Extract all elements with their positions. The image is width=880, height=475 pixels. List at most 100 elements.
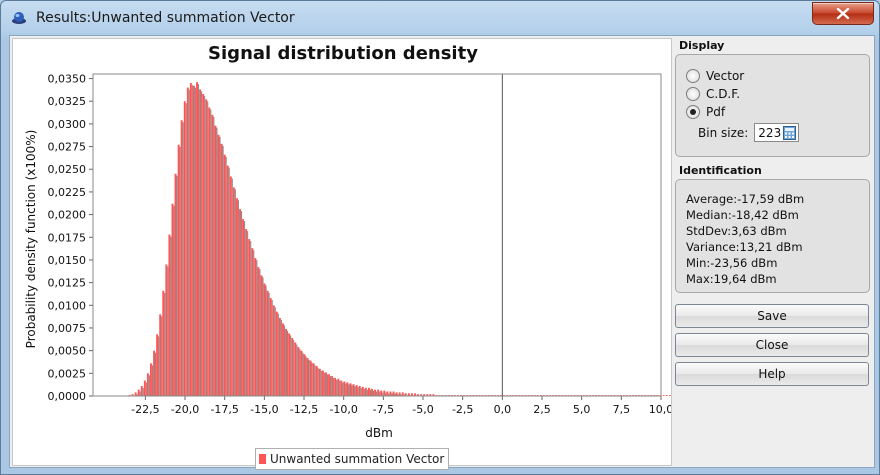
histogram-bar [294, 342, 297, 396]
radio-cdf-label: C.D.F. [706, 87, 741, 101]
help-button[interactable]: Help [675, 362, 869, 386]
histogram-bar [297, 347, 300, 396]
radio-pdf-indicator[interactable] [686, 105, 700, 119]
histogram-bar [352, 384, 355, 396]
y-axis-title: Probability density function (x100%) [24, 130, 38, 349]
bar-shadow [348, 384, 350, 396]
histogram-bar [318, 368, 321, 396]
bin-size-value: 223 [758, 125, 782, 140]
radio-cdf-indicator[interactable] [686, 87, 700, 101]
histogram-bar [349, 383, 352, 396]
bar-shadow [145, 382, 147, 396]
histogram-bar [285, 328, 288, 396]
histogram-bar [242, 219, 245, 396]
y-tick-label: 0,0050 [48, 345, 87, 358]
histogram-bar [361, 386, 364, 396]
histogram-bar [282, 323, 284, 396]
stat-stddev: StdDev:3,63 dBm [686, 224, 787, 238]
histogram-bar [168, 234, 171, 396]
histogram-bar [263, 283, 266, 396]
bar-shadow [314, 365, 316, 396]
histogram-bar [143, 380, 146, 396]
y-tick-label: 0,0200 [48, 209, 87, 222]
bar-shadow [201, 91, 203, 396]
pdf-chart: Signal distribution density Probability … [24, 43, 671, 440]
bar-shadow [280, 319, 282, 396]
y-tick-label: 0,0100 [48, 299, 87, 312]
chart-title: Signal distribution density [208, 43, 478, 64]
histogram-bar [312, 363, 315, 396]
bar-shadow [207, 101, 209, 396]
bar-shadow [179, 146, 181, 396]
histogram-bar [248, 239, 251, 396]
histogram-bar [208, 107, 211, 397]
calculator-icon[interactable] [783, 125, 797, 140]
bar-shadow [293, 339, 295, 396]
histogram-bar [288, 333, 291, 396]
x-tick-label: -2,5 [452, 403, 473, 416]
histogram-bar [189, 83, 192, 396]
bar-shadow [287, 330, 289, 396]
histogram-bar [196, 82, 198, 396]
bar-shadow [296, 344, 298, 396]
identification-group: Average:-17,59 dBm Median:-18,42 dBm Std… [675, 179, 870, 293]
histogram-bar [254, 258, 257, 396]
bar-shadow [210, 109, 212, 397]
bar-shadow [216, 127, 218, 396]
bar-shadow [277, 313, 279, 396]
bar-shadow [247, 231, 249, 396]
radio-cdf[interactable]: C.D.F. [686, 86, 740, 102]
histogram-bar [205, 99, 208, 396]
y-tick-label: 0,0025 [48, 367, 87, 380]
display-group-title: Display [679, 39, 725, 52]
histogram-bar [156, 334, 159, 396]
histogram-bar [392, 391, 395, 396]
histogram-bar [364, 387, 367, 396]
bar-shadow [188, 89, 190, 396]
bar-shadow [161, 316, 163, 396]
histogram-bar [300, 350, 303, 396]
bar-shadow [372, 390, 375, 396]
x-tick-label: -22,5 [131, 403, 159, 416]
bar-shadow [204, 95, 206, 396]
bar-shadow [139, 391, 141, 396]
bin-size-label: Bin size: [698, 125, 749, 140]
histogram-bar [165, 264, 168, 396]
window-close-button[interactable] [812, 2, 874, 25]
bar-shadow [268, 292, 270, 396]
bar-shadow [326, 374, 329, 396]
y-tick-label: 0,0300 [48, 118, 87, 131]
histogram-bar [668, 395, 671, 396]
radio-vector[interactable]: Vector [686, 68, 744, 84]
bar-shadow [333, 378, 335, 396]
histogram-bar [337, 378, 340, 396]
bar-shadow [283, 325, 286, 396]
close-button[interactable]: Close [675, 333, 869, 357]
bar-shadow [194, 87, 196, 396]
x-tick-label: -10,0 [329, 403, 357, 416]
radio-vector-indicator[interactable] [686, 69, 700, 83]
y-tick-label: 0,0125 [48, 277, 87, 290]
y-tick-label: 0,0000 [48, 390, 87, 403]
histogram-bar [153, 350, 156, 396]
bar-shadow [274, 307, 276, 396]
histogram-bar [306, 357, 309, 396]
bar-shadow [158, 336, 160, 396]
bar-shadow [290, 335, 292, 396]
title-bar[interactable]: Results:Unwanted summation Vector [1, 1, 879, 35]
radio-pdf[interactable]: Pdf [686, 104, 725, 120]
histogram-bar [328, 374, 330, 396]
bar-shadow [366, 389, 368, 396]
bar-shadow [225, 156, 227, 396]
histogram-bar [193, 85, 195, 396]
x-tick-label: 10,0 [649, 403, 671, 416]
bar-shadow [311, 362, 313, 396]
chart-panel: Signal distribution density Probability … [12, 38, 672, 470]
results-window: Results:Unwanted summation Vector Signal… [0, 0, 880, 475]
bar-shadow [342, 382, 344, 396]
bar-shadow [385, 392, 387, 396]
histogram-bar [214, 125, 217, 396]
bin-size-input[interactable]: 223 [754, 123, 800, 142]
save-button[interactable]: Save [675, 304, 869, 328]
window-title: Results:Unwanted summation Vector [36, 10, 295, 26]
